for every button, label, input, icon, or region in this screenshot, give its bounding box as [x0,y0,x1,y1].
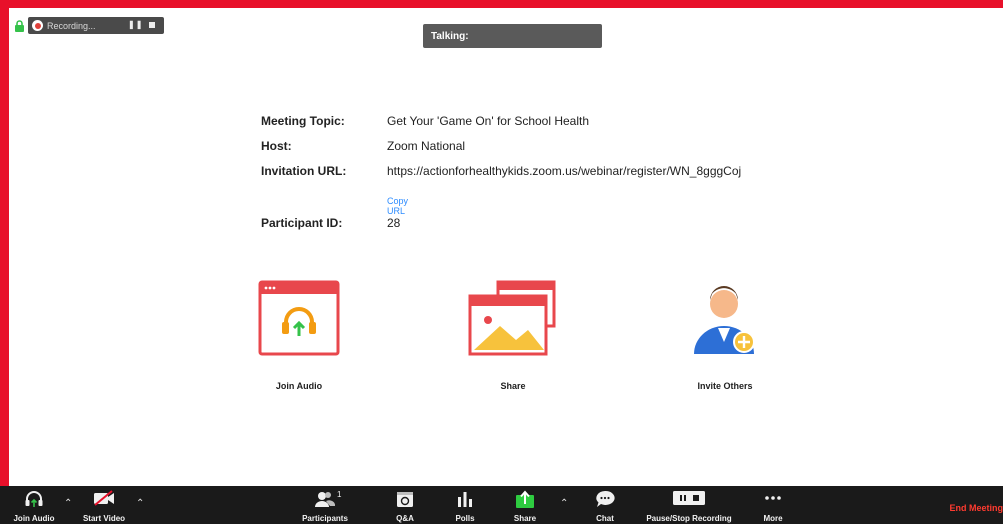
meeting-topic-label: Meeting Topic: [261,114,345,128]
share-icon [516,490,534,508]
share-screen-icon [468,280,556,356]
join-audio-label: Join Audio [275,381,323,391]
audio-options-chevron-icon[interactable]: ⌃ [64,498,72,509]
recording-controls-icon [673,491,705,505]
talking-indicator: Talking: [423,24,602,48]
copy-url-link[interactable]: Copy URL [387,196,408,216]
host-label: Host: [261,139,292,153]
participants-count: 1 [337,490,342,499]
join-audio-action[interactable]: Join Audio [255,280,343,391]
pause-stop-recording-label: Pause/Stop Recording [646,514,732,523]
share-button[interactable]: Share [508,486,542,524]
invitation-url-label: Invitation URL: [261,164,347,178]
recording-label: Recording... [47,20,96,31]
chat-icon [596,490,615,507]
share-action[interactable]: Share [468,280,558,391]
polls-label: Polls [455,514,475,523]
join-audio-label: Join Audio [13,514,55,523]
qa-button[interactable]: Q&A [390,486,420,524]
participants-icon [315,492,336,507]
video-off-icon [94,490,114,506]
invite-others-label: Invite Others [697,381,753,391]
end-meeting-button[interactable]: End Meeting [950,503,1003,513]
video-options-chevron-icon[interactable]: ⌃ [136,498,144,509]
invite-others-action[interactable]: Invite Others [679,280,771,391]
stop-recording-icon[interactable] [149,22,155,28]
headphones-icon [25,491,43,507]
qa-icon [397,492,413,507]
share-label: Share [500,381,526,391]
polls-icon [458,492,472,507]
qa-label: Q&A [396,514,414,523]
headphones-icon [258,280,340,356]
pause-stop-recording-button[interactable]: Pause/Stop Recording [638,486,740,524]
lock-icon [15,20,24,32]
meeting-window: Recording... ❚❚ Talking: Meeting Topic: … [9,8,1003,486]
more-label: More [763,514,783,523]
share-options-chevron-icon[interactable]: ⌃ [560,498,568,509]
participants-button[interactable]: 1 Participants [296,486,354,524]
invite-user-icon [694,286,755,354]
invitation-url: https://actionforhealthykids.zoom.us/web… [387,164,742,178]
participant-id: 28 [387,216,401,230]
polls-button[interactable]: Polls [450,486,480,524]
chat-label: Chat [596,514,614,523]
start-video-button[interactable]: Start Video [78,486,130,524]
start-video-label: Start Video [82,514,126,523]
join-audio-button[interactable]: Join Audio [6,486,62,524]
participants-label: Participants [302,514,348,523]
participant-id-label: Participant ID: [261,216,343,230]
share-label: Share [513,514,537,523]
recording-icon [32,20,43,31]
more-button[interactable]: More [758,486,788,524]
more-icon [765,496,781,500]
recording-indicator: Recording... ❚❚ [28,17,164,34]
chat-button[interactable]: Chat [590,486,620,524]
host-name: Zoom National [387,139,466,153]
meeting-topic: Get Your 'Game On' for School Health [387,114,590,128]
pause-recording-icon[interactable]: ❚❚ [128,20,143,29]
meeting-toolbar: Join Audio ⌃ Start Video ⌃ 1 Participant… [0,486,1003,524]
